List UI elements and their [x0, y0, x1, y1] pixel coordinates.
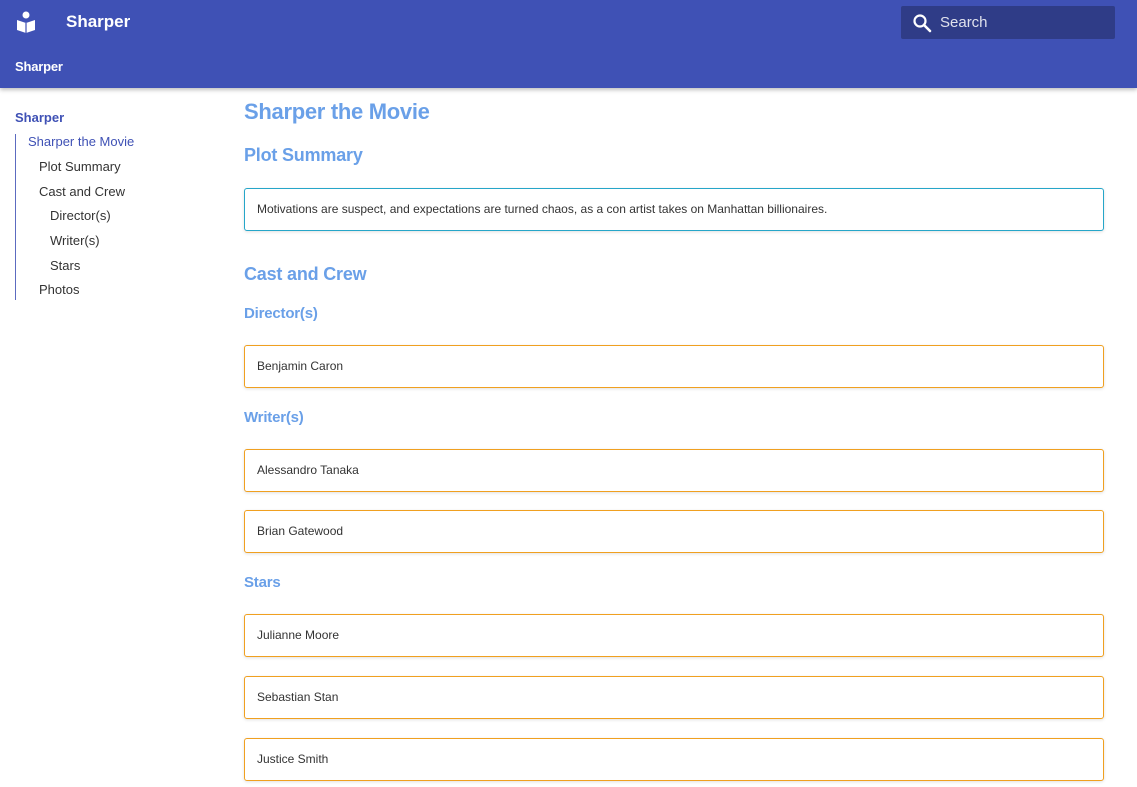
sidebar-item-stars[interactable]: Stars — [50, 258, 80, 273]
top-app-bar: Sharper Sharper — [0, 0, 1137, 88]
sidebar-root-link[interactable]: Sharper — [15, 110, 64, 125]
writer-card: Alessandro Tanaka — [244, 449, 1104, 492]
sidebar-item-photos[interactable]: Photos — [39, 282, 79, 297]
star-card: Julianne Moore — [244, 614, 1104, 657]
search-icon — [913, 14, 932, 33]
star-card: Sebastian Stan — [244, 676, 1104, 719]
writer-card: Brian Gatewood — [244, 510, 1104, 553]
sidebar-item-sharper-the-movie[interactable]: Sharper the Movie — [28, 134, 134, 149]
director-card: Benjamin Caron — [244, 345, 1104, 388]
section-title[interactable]: Sharper — [15, 59, 63, 74]
stars-heading: Stars — [244, 574, 281, 591]
directors-heading: Director(s) — [244, 305, 318, 322]
plot-summary-heading: Plot Summary — [244, 145, 363, 165]
sidebar-tree: Sharper the Movie Plot Summary Cast and … — [15, 134, 205, 300]
sidebar-item-plot-summary[interactable]: Plot Summary — [39, 159, 121, 174]
plot-summary-card: Motivations are suspect, and expectation… — [244, 188, 1104, 231]
writers-heading: Writer(s) — [244, 409, 304, 426]
site-title[interactable]: Sharper — [66, 12, 130, 32]
cast-and-crew-heading: Cast and Crew — [244, 264, 367, 284]
sidebar-item-directors[interactable]: Director(s) — [50, 208, 111, 223]
page-title: Sharper the Movie — [244, 99, 430, 124]
search-box[interactable] — [901, 6, 1115, 39]
star-card: Justice Smith — [244, 738, 1104, 781]
sidebar-item-writers[interactable]: Writer(s) — [50, 233, 100, 248]
search-input[interactable] — [940, 6, 1110, 39]
sidebar-item-cast-and-crew[interactable]: Cast and Crew — [39, 184, 125, 199]
book-logo-icon[interactable] — [16, 11, 36, 33]
